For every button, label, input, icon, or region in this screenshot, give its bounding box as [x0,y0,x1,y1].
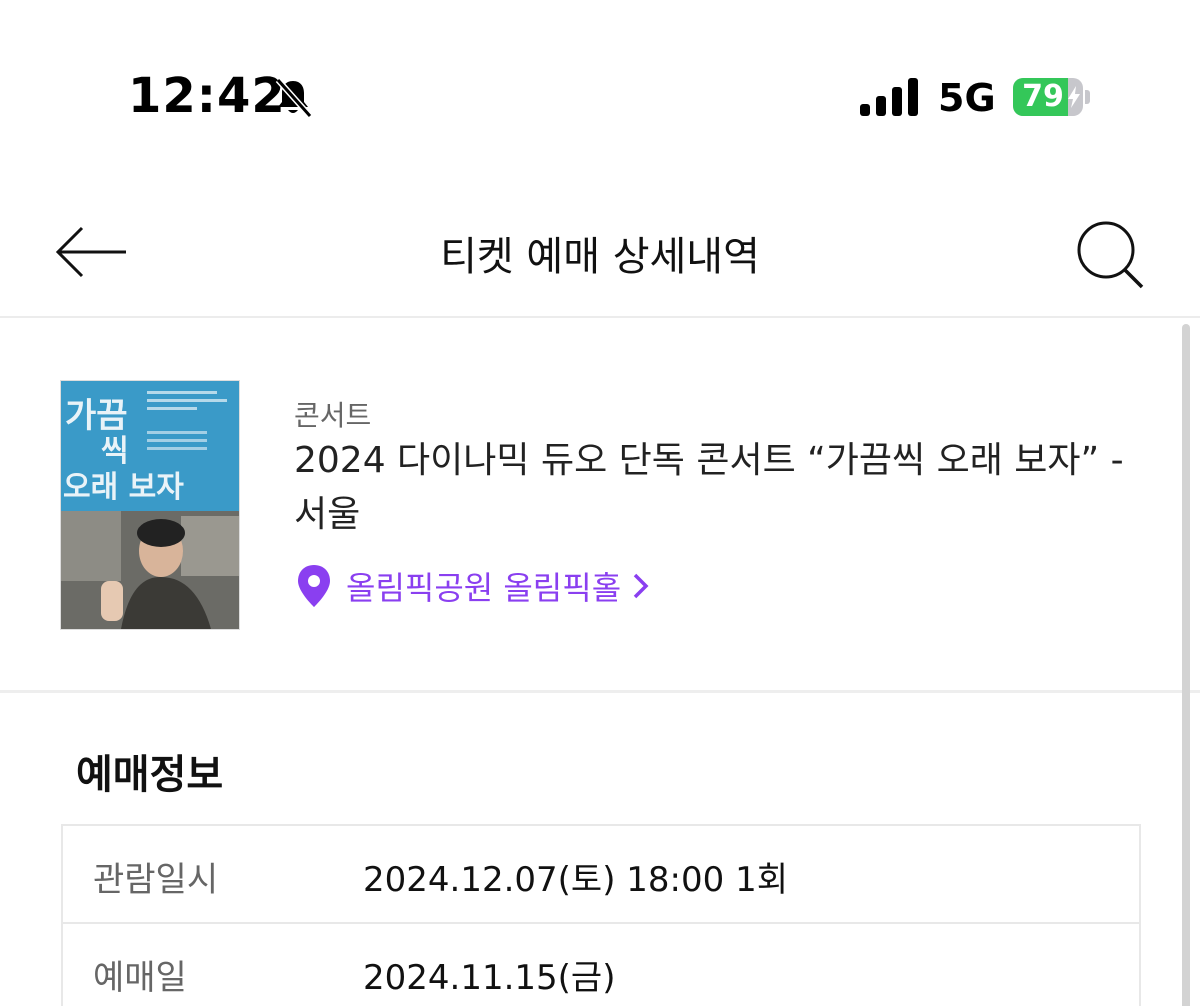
poster-headline-3: 오래 보자 [63,470,184,505]
row-label-booking-date: 예매일 [93,958,187,998]
battery-icon: 79 [1013,78,1083,116]
venue-label: 올림픽공원 올림픽홀 [346,569,622,607]
battery-cap [1085,90,1090,104]
booking-section-title: 예매정보 [76,752,224,798]
event-poster[interactable]: 가끔 씩 오래 보자 [60,380,240,630]
network-label: 5G [938,76,996,120]
scrollbar[interactable] [1182,324,1190,1006]
table-row: 예매일 2024.11.15(금) [63,924,1139,1006]
bell-slash-icon [275,78,313,118]
battery-percent: 79 [1022,79,1064,114]
event-title: 2024 다이나믹 듀오 단독 콘서트 “가끔씩 오래 보자” - 서울 [294,440,1124,535]
status-bar: 12:42 5G 79 [0,0,1200,190]
nav-bar: 티켓 예매 상세내역 [0,190,1200,318]
map-pin-icon [298,565,330,607]
page-title: 티켓 예매 상세내역 [440,234,760,280]
search-icon [1077,221,1144,289]
signal-icon [860,78,918,116]
event-summary: 가끔 씩 오래 보자 콘서트 2024 다이나믹 듀오 단독 콘서트 “가끔씩 … [0,318,1200,693]
row-value-booking-date: 2024.11.15(금) [363,958,616,998]
search-button[interactable] [1070,216,1150,296]
event-category: 콘서트 [294,399,372,432]
status-time: 12:42 [128,68,286,124]
ticket-detail-screen: 12:42 5G 79 티켓 예매 상세내역 가끔 씩 오래 보자 콘서트 20… [0,0,1200,1006]
table-row: 관람일시 2024.12.07(토) 18:00 1회 [63,826,1139,924]
booking-info-table: 관람일시 2024.12.07(토) 18:00 1회 예매일 2024.11.… [61,824,1141,1006]
poster-headline-1: 가끔 [65,396,128,436]
charging-bolt-icon [1068,86,1080,108]
poster-art: 가끔 씩 오래 보자 [61,381,239,629]
venue-link[interactable]: 올림픽공원 올림픽홀 [296,564,651,608]
row-value-viewing-datetime: 2024.12.07(토) 18:00 1회 [363,860,788,900]
poster-headline-2: 씩 [101,434,129,469]
chevron-right-icon [633,573,649,599]
row-label-viewing-datetime: 관람일시 [93,860,219,900]
